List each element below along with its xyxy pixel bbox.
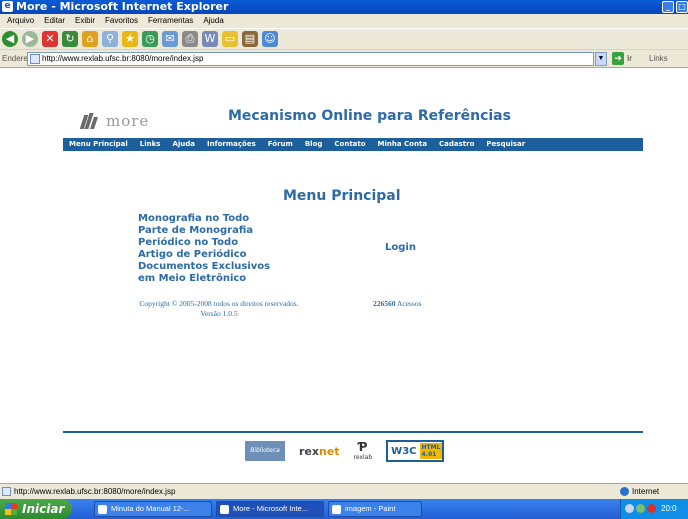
back-arrow-icon[interactable]: ◀ [2,31,18,47]
w3c-html-badge[interactable]: W3C HTML 4.01 [386,440,445,462]
forward-arrow-icon[interactable]: ▶ [22,31,38,47]
rexlab-icon: Ƥ [358,440,368,454]
home-icon[interactable]: ⌂ [82,31,98,47]
address-input[interactable]: http://www.rexlab.ufsc.br:8080/more/inde… [27,52,594,66]
ie-window-icon [220,505,229,514]
tray-security-icon[interactable] [647,504,656,513]
nav-minha-conta[interactable]: Minha Conta [378,138,428,151]
site-title: Mecanismo Online para Referências [228,108,511,124]
rexnet-logo[interactable]: rexnet [299,445,340,458]
menu-favoritos[interactable]: Favoritos [100,14,143,28]
address-url: http://www.rexlab.ufsc.br:8080/more/inde… [42,54,204,63]
nav-links[interactable]: Links [140,138,161,151]
research-icon[interactable]: ▤ [242,31,258,47]
copyright-block: Copyright © 2005-2008 todos os direitos … [134,299,304,319]
logo-text: more [106,112,150,130]
nav-ajuda[interactable]: Ajuda [172,138,195,151]
maximize-button[interactable]: □ [676,1,688,13]
taskbar-item-word[interactable]: Minuta do Manual 12-... [94,501,212,517]
nav-forum[interactable]: Fórum [268,138,293,151]
edit-icon[interactable]: W [202,31,218,47]
messenger-icon[interactable]: ☺ [262,31,278,47]
menu-item-parte-monografia[interactable]: Parte de Monografia [138,225,270,237]
nav-contato[interactable]: Contato [334,138,365,151]
menu-item-artigo-periodico[interactable]: Artigo de Periódico [138,249,270,261]
window-titlebar: e More - Microsoft Internet Explorer _ □ [0,0,688,14]
taskbar-item-paint[interactable]: imagem - Paint [328,501,422,517]
page-title: Menu Principal [283,188,401,204]
version-text: Versão 1.0.5 [200,309,238,318]
search-icon[interactable]: ⚲ [102,31,118,47]
security-zone: Internet [620,484,659,499]
links-toolbar[interactable]: Links [649,50,668,68]
menu-item-documentos-exclusivos[interactable]: Documentos Exclusivos [138,261,270,273]
minimize-button[interactable]: _ [662,1,674,13]
rexlab-logo[interactable]: Ƥ rexlab [354,440,373,462]
tray-volume-icon[interactable] [636,504,645,513]
start-button[interactable]: Iniciar [0,499,72,519]
copyright-text: Copyright © 2005-2008 todos os direitos … [139,299,299,308]
address-dropdown-icon[interactable]: ▼ [595,52,607,66]
window-title: More - Microsoft Internet Explorer [16,0,229,13]
footer-logos: Biblioteca rexnet Ƥ rexlab W3C HTML 4.01 [245,440,445,462]
reference-type-menu: Monografia no Todo Parte de Monografia P… [138,213,270,285]
access-count: 226560 [373,299,396,308]
nav-pesquisar[interactable]: Pesquisar [486,138,525,151]
access-counter: 226560 Acessos [373,299,422,308]
status-bar: http://www.rexlab.ufsc.br:8080/more/inde… [0,483,688,499]
menu-ajuda[interactable]: Ajuda [198,14,228,28]
address-bar: Endereço http://www.rexlab.ufsc.br:8080/… [0,49,688,68]
menu-item-monografia-todo[interactable]: Monografia no Todo [138,213,270,225]
go-arrow-icon[interactable]: ➔ [612,52,624,65]
nav-informacoes[interactable]: Informações [207,138,256,151]
page-content: more Mecanismo Online para Referências M… [0,68,688,483]
menu-editar[interactable]: Editar [39,14,70,28]
stop-icon[interactable]: ✕ [42,31,58,47]
menu-item-meio-eletronico[interactable]: em Meio Eletrônico [138,273,270,285]
nav-blog[interactable]: Blog [305,138,323,151]
site-nav: Menu Principal Links Ajuda Informações F… [63,138,643,151]
login-link[interactable]: Login [385,242,416,253]
system-tray: 20:0 [620,499,688,519]
menu-item-periodico-todo[interactable]: Periódico no Todo [138,237,270,249]
folder-icon[interactable]: ▭ [222,31,238,47]
biblioteca-logo[interactable]: Biblioteca [245,441,285,461]
access-label: Acessos [396,299,422,308]
refresh-icon[interactable]: ↻ [62,31,78,47]
clock: 20:0 [661,504,677,513]
go-button-label[interactable]: Ir [627,50,632,68]
tray-network-icon[interactable] [625,504,634,513]
footer-divider [63,431,643,433]
print-icon[interactable]: ⎙ [182,31,198,47]
more-logo-icon [79,113,98,129]
menu-bar: Arquivo Editar Exibir Favoritos Ferramen… [0,14,688,28]
menu-ferramentas[interactable]: Ferramentas [143,14,198,28]
nav-cadastro[interactable]: Cadastro [439,138,474,151]
paint-icon [332,505,341,514]
taskbar-item-ie[interactable]: More - Microsoft Inte... [216,501,324,517]
favorites-star-icon[interactable]: ★ [122,31,138,47]
menu-exibir[interactable]: Exibir [70,14,100,28]
globe-icon [620,487,629,496]
history-icon[interactable]: ◷ [142,31,158,47]
ie-logo-icon: e [2,1,13,12]
menu-arquivo[interactable]: Arquivo [2,14,39,28]
site-logo[interactable]: more [79,112,150,130]
browser-toolbar: ◀ ▶ ✕ ↻ ⌂ ⚲ ★ ◷ ✉ ⎙ W ▭ ▤ ☺ [0,28,688,49]
taskbar: Iniciar Minuta do Manual 12-... More - M… [0,499,688,519]
window-controls: _ □ [662,1,688,13]
word-doc-icon [98,505,107,514]
status-url: http://www.rexlab.ufsc.br:8080/more/inde… [14,487,176,496]
page-icon [30,54,40,64]
mail-icon[interactable]: ✉ [162,31,178,47]
status-page-icon [2,487,11,496]
windows-logo-icon [5,503,17,515]
nav-menu-principal[interactable]: Menu Principal [69,138,128,151]
